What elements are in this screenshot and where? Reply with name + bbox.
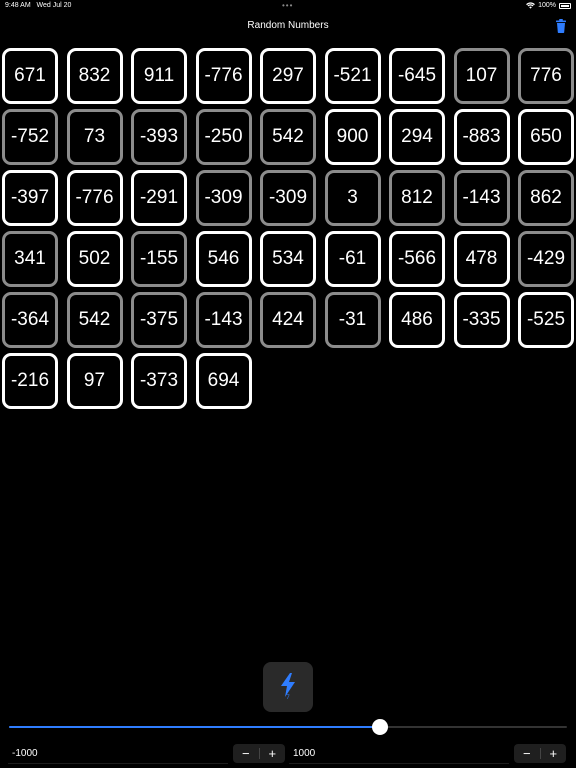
max-stepper[interactable]: − + — [514, 744, 566, 763]
generate-count: 7 — [286, 695, 290, 701]
number-tile[interactable]: -143 — [453, 170, 510, 226]
number-tile[interactable]: 294 — [389, 109, 445, 165]
number-tile[interactable]: 478 — [453, 231, 510, 287]
slider-thumb[interactable] — [371, 719, 388, 735]
number-tile[interactable]: 502 — [66, 231, 123, 287]
number-tile[interactable]: 694 — [195, 353, 252, 409]
max-increment-button[interactable]: + — [541, 744, 567, 763]
number-tile[interactable]: 73 — [66, 109, 123, 165]
number-tile[interactable]: -373 — [131, 353, 187, 409]
number-tile[interactable]: 900 — [324, 109, 381, 165]
number-tile[interactable]: 341 — [2, 231, 58, 287]
number-tile[interactable]: -375 — [131, 292, 187, 348]
number-tile[interactable]: 297 — [260, 48, 316, 104]
number-tile[interactable]: 812 — [389, 170, 445, 226]
status-bar: 9:48 AM Wed Jul 20 ••• 100% — [0, 0, 576, 12]
number-tile[interactable]: -143 — [195, 292, 252, 348]
number-tile[interactable]: 3 — [324, 170, 381, 226]
number-tile[interactable]: 107 — [453, 48, 510, 104]
number-tile[interactable]: -776 — [66, 170, 123, 226]
multitasking-dots[interactable]: ••• — [282, 1, 293, 10]
number-tile[interactable]: 486 — [389, 292, 445, 348]
min-stepper[interactable]: − + — [233, 744, 285, 763]
number-tile[interactable]: -309 — [195, 170, 252, 226]
min-decrement-button[interactable]: − — [233, 744, 259, 763]
number-tile[interactable]: -61 — [324, 231, 381, 287]
number-tile[interactable]: -155 — [131, 231, 187, 287]
number-tile[interactable]: 776 — [518, 48, 574, 104]
number-tile[interactable]: -291 — [131, 170, 187, 226]
number-tile[interactable]: -525 — [518, 292, 574, 348]
number-tile[interactable]: -335 — [453, 292, 510, 348]
number-tile[interactable]: -566 — [389, 231, 445, 287]
status-right: 100% — [526, 2, 571, 9]
number-tile[interactable]: 650 — [518, 109, 574, 165]
number-tile[interactable]: -521 — [324, 48, 381, 104]
generate-button[interactable]: 7 — [263, 662, 313, 712]
status-time: 9:48 AM — [5, 2, 31, 9]
number-tile[interactable]: 546 — [195, 231, 252, 287]
trash-icon[interactable] — [555, 19, 567, 33]
lightning-icon — [281, 673, 295, 697]
number-tile[interactable]: -645 — [389, 48, 445, 104]
max-decrement-button[interactable]: − — [514, 744, 540, 763]
number-tile[interactable]: -397 — [2, 170, 58, 226]
number-tile[interactable]: 534 — [260, 231, 316, 287]
battery-icon — [559, 2, 571, 9]
number-tile[interactable]: 862 — [518, 170, 574, 226]
number-tile[interactable]: 424 — [260, 292, 316, 348]
number-tile[interactable]: -429 — [518, 231, 574, 287]
battery-percent: 100% — [538, 2, 556, 9]
number-tile[interactable]: -752 — [2, 109, 58, 165]
page-title: Random Numbers — [247, 20, 329, 31]
number-tile[interactable]: -309 — [260, 170, 316, 226]
number-tile[interactable]: 97 — [66, 353, 123, 409]
number-tile[interactable]: -31 — [324, 292, 381, 348]
number-tile[interactable]: 911 — [131, 48, 187, 104]
number-tile[interactable]: 832 — [66, 48, 123, 104]
max-field[interactable] — [289, 744, 509, 764]
number-tile[interactable]: -216 — [2, 353, 58, 409]
number-tile[interactable]: -883 — [453, 109, 510, 165]
number-tile[interactable]: 542 — [260, 109, 316, 165]
number-tile[interactable]: -393 — [131, 109, 187, 165]
status-date: Wed Jul 20 — [36, 2, 72, 9]
number-tile[interactable]: -364 — [2, 292, 58, 348]
wifi-icon — [526, 2, 535, 9]
number-tile[interactable]: -776 — [195, 48, 252, 104]
min-field[interactable] — [8, 744, 228, 764]
slider-fill — [9, 726, 380, 728]
min-increment-button[interactable]: + — [260, 744, 286, 763]
number-tile[interactable]: -250 — [195, 109, 252, 165]
number-tile[interactable]: 671 — [2, 48, 58, 104]
status-time-date: 9:48 AM Wed Jul 20 — [5, 2, 71, 9]
number-tile[interactable]: 542 — [66, 292, 123, 348]
count-slider[interactable] — [9, 718, 567, 736]
